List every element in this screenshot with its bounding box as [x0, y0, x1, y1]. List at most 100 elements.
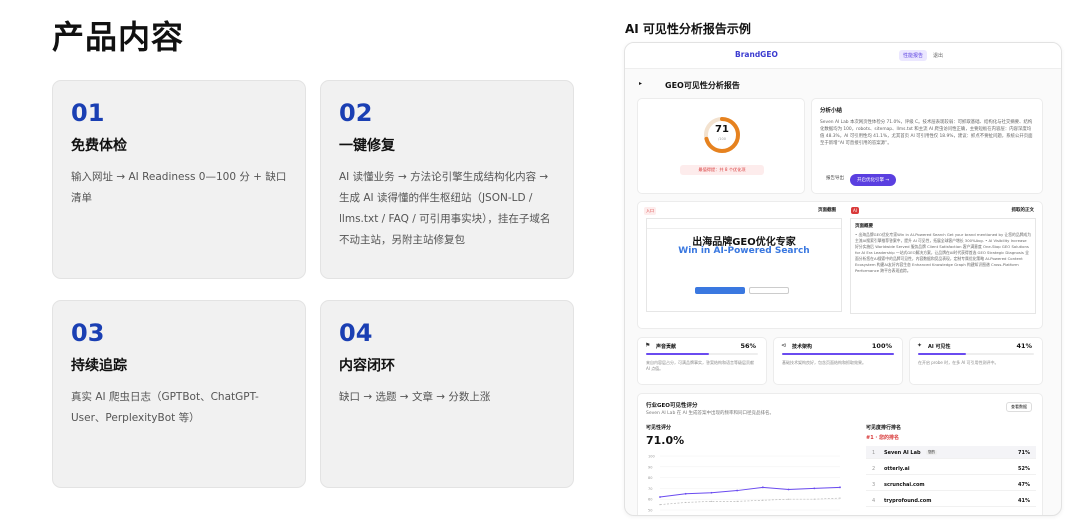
card-desc: 缺口 → 选题 → 文章 → 分数上涨	[339, 391, 491, 403]
rank-pct: 47%	[1018, 482, 1030, 488]
data-point	[762, 499, 764, 501]
nav-logout-button[interactable]: 退出	[929, 50, 947, 61]
feature-card-3: 03 持续追踪 真实 AI 爬虫日志（GPTBot、ChatGPT-User、P…	[52, 300, 306, 488]
page-text-box[interactable]: 页面概要 • 出海品牌GEO优化专家Win in AI-Powered Sear…	[850, 218, 1036, 314]
data-point	[813, 498, 815, 500]
metric-desc: 来自内容层占分，可满品牌事实，答案结构和语言等级层贡献 AI 点值。	[646, 360, 754, 371]
preview-label-left: 页面截图	[818, 208, 836, 213]
page-summary-title: 页面概要	[855, 224, 873, 229]
metric-value: 100%	[871, 342, 892, 350]
data-point	[839, 486, 841, 489]
rank-pos: 2	[872, 466, 876, 472]
rank-name: otterly.ai	[884, 466, 910, 472]
metric-label: 技术架构	[792, 344, 813, 350]
flag-icon: ⚑	[645, 342, 651, 349]
metric-fill	[918, 353, 966, 355]
report-title: GEO可见性分析报告	[665, 81, 740, 90]
y-tick-label: 100	[648, 455, 655, 459]
brand-logo[interactable]: BrandGEO	[735, 50, 778, 59]
page-title: 产品内容	[52, 18, 185, 56]
y-tick-label: 60	[648, 498, 652, 502]
data-point	[659, 496, 661, 498]
card-number: 03	[71, 319, 105, 347]
series-line-0	[659, 486, 841, 498]
ranking-list: 1 Seven AI Lab 您的 71% 2 otterly.ai 52% 3…	[866, 446, 1036, 510]
ranking-row[interactable]: 2 otterly.ai 52%	[866, 462, 1036, 475]
preview-tag-right: AI	[851, 207, 859, 214]
metric-fill	[782, 353, 894, 355]
card-title: 一键修复	[339, 138, 395, 154]
rank-sub: #1 · 您的排名	[866, 435, 900, 441]
metric-label: AI 可见性	[928, 344, 951, 350]
data-point	[736, 489, 739, 492]
card-number: 02	[339, 99, 373, 127]
report-heading: AI 可见性分析报告示例	[625, 22, 751, 36]
data-point	[787, 498, 790, 500]
data-point	[685, 501, 687, 504]
feature-card-1: 01 免费体检 输入网址 → AI Readiness 0—100 分 + 缺口…	[52, 80, 306, 279]
rank-pct: 41%	[1018, 498, 1030, 504]
score-label: 可见性评分	[646, 425, 672, 431]
data-point	[710, 500, 713, 502]
visibility-line-chart: 100 90 80 70 60 50	[648, 455, 841, 513]
hero-line-2: Win in AI-Powered Search	[678, 246, 810, 256]
back-arrow-icon[interactable]: ▸	[639, 80, 642, 87]
data-point	[839, 497, 841, 499]
score-panel: 71 /100 最值得提：共 8 个优化项	[637, 98, 805, 194]
card-number: 04	[339, 319, 373, 347]
metric-desc: 在开启 probe 时，在多 AI 可引用性测评中。	[918, 360, 999, 365]
preview-tag-left: 入口	[644, 207, 656, 215]
rank-pct: 71%	[1018, 450, 1030, 456]
start-optimize-button[interactable]: 开启优化引擎 →	[850, 174, 897, 186]
preview-label-right: 抓取的正文	[1011, 208, 1035, 213]
y-tick-label: 70	[648, 487, 652, 491]
y-tick-label: 90	[648, 465, 652, 469]
industry-panel: 行业GEO可见性评分 Seven AI Lab 在 AI 生成答案中出现的频率和…	[637, 393, 1043, 515]
card-title: 内容闭环	[339, 358, 395, 374]
card-number: 01	[71, 99, 105, 127]
metric-value: 56%	[740, 342, 756, 350]
metric-fill	[646, 353, 709, 355]
card-title: 持续追踪	[71, 358, 127, 374]
summary-text: Seven AI Lab 本次网页性体检分 71.0%，评级 C。技术层表现较弱…	[820, 120, 1033, 146]
summary-panel: 分析小结 Seven AI Lab 本次网页性体检分 71.0%，评级 C。技术…	[811, 98, 1043, 194]
ranking-row[interactable]: 1 Seven AI Lab 您的 71%	[866, 446, 1036, 459]
card-desc: 真实 AI 爬虫日志（GPTBot、ChatGPT-User、Perplexit…	[71, 391, 259, 424]
metric-label: 声音贡献	[656, 344, 677, 350]
code-icon: ⊲	[781, 342, 787, 349]
sparkle-icon: ✦	[917, 342, 923, 349]
card-title: 免费体检	[71, 138, 127, 154]
score-value: 71	[715, 124, 729, 135]
data-point	[787, 488, 790, 491]
y-tick-label: 80	[648, 476, 652, 480]
feature-card-2: 02 一键修复 AI 读懂业务 → 方法论引擎生成结构化内容 → 生成 AI 读…	[320, 80, 574, 279]
rank-pos: 1	[872, 450, 876, 456]
rank-pos: 3	[872, 482, 876, 488]
card-desc: AI 读懂业务 → 方法论引擎生成结构化内容 → 生成 AI 读得懂的伴生枢纽站…	[339, 171, 551, 246]
data-point	[761, 486, 764, 489]
data-point	[684, 492, 687, 495]
ranking-row[interactable]: 3 scrunchai.com 47%	[866, 478, 1036, 491]
metric-card-voice: ⚑ 声音贡献 56% 来自内容层占分，可满品牌事实，答案结构和语言等级层贡献 A…	[637, 337, 767, 385]
rank-name: Seven AI Lab	[884, 450, 921, 456]
metric-desc: 基础技术架构良好，包含页面结构和抓取效果。	[782, 360, 866, 365]
metric-card-tech: ⊲ 技术架构 100% 基础技术架构良好，包含页面结构和抓取效果。	[773, 337, 903, 385]
score-max: /100	[718, 137, 726, 141]
rank-tag: 您的	[926, 450, 937, 455]
rank-name: scrunchai.com	[884, 482, 925, 488]
rank-name: tryprofound.com	[884, 498, 932, 504]
view-data-button[interactable]: 查看数据	[1006, 402, 1032, 412]
report-screenshot: BrandGEO 性能报告 退出 ▸ GEO可见性分析报告 71 /100 最值…	[624, 42, 1062, 516]
ranking-row[interactable]: 4 tryprofound.com 41%	[866, 494, 1036, 507]
industry-desc: Seven AI Lab 在 AI 生成答案中出现的频率和同口径竞品排名。	[646, 411, 774, 416]
nav-report-button[interactable]: 性能报告	[899, 50, 928, 61]
industry-score: 71.0%	[646, 434, 685, 447]
page-summary-text: • 出海品牌GEO优化专家Win in AI-Powered Search Ge…	[855, 232, 1031, 273]
data-point	[736, 500, 738, 502]
score-ring	[704, 117, 740, 153]
data-point	[710, 491, 713, 494]
export-button[interactable]: 报告导出	[822, 173, 848, 183]
metric-value: 41%	[1016, 342, 1032, 350]
report-navbar: BrandGEO 性能报告 退出	[625, 43, 1061, 69]
summary-title: 分析小结	[820, 108, 843, 114]
